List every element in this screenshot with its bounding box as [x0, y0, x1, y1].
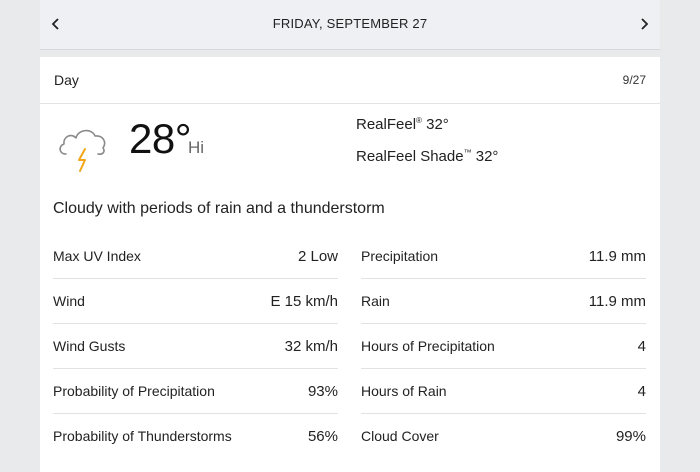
daily-forecast-panel: FRIDAY, SEPTEMBER 27 Day 9/27 28° Hi Rea…	[40, 0, 660, 472]
realfeel-value: 32°	[426, 116, 449, 133]
trademark-mark: ™	[463, 148, 472, 157]
detail-label: Rain	[361, 293, 390, 309]
date-navigation-bar: FRIDAY, SEPTEMBER 27	[40, 0, 660, 50]
day-forecast-card: Day 9/27 28° Hi RealFeel® 32° RealFeel S…	[40, 57, 660, 472]
detail-row: Wind E 15 km/h	[53, 279, 338, 324]
realfeel-shade: RealFeel Shade™ 32°	[356, 148, 498, 165]
detail-label: Cloud Cover	[361, 428, 439, 444]
detail-row: Max UV Index 2 Low	[53, 234, 338, 279]
detail-row: Probability of Thunderstorms 56%	[53, 414, 338, 458]
detail-value: 99%	[615, 427, 646, 445]
detail-label: Wind	[53, 293, 85, 309]
period-title: Day	[54, 72, 79, 88]
realfeel-shade-value: 32°	[475, 148, 499, 165]
realfeel-shade-label: RealFeel Shade	[356, 148, 464, 165]
detail-value: 56%	[307, 427, 338, 445]
registered-mark: ®	[416, 116, 422, 125]
detail-value: E 15 km/h	[270, 292, 338, 310]
detail-row: Hours of Precipitation 4	[361, 324, 646, 369]
detail-value: 32 km/h	[284, 337, 338, 355]
cloud-thunderstorm-icon	[59, 129, 106, 172]
realfeel-label: RealFeel	[356, 116, 417, 133]
chevron-right-icon	[641, 18, 649, 30]
left-margin	[0, 0, 40, 472]
detail-value: 11.9 mm	[588, 247, 646, 265]
detail-row: Wind Gusts 32 km/h	[53, 324, 338, 369]
detail-label: Hours of Precipitation	[361, 338, 495, 354]
detail-value: 2 Low	[297, 247, 338, 265]
details-right-column: Precipitation 11.9 mm Rain 11.9 mm Hours…	[361, 234, 646, 458]
next-day-button[interactable]	[632, 12, 656, 36]
date-title: FRIDAY, SEPTEMBER 27	[272, 16, 428, 31]
detail-value: 4	[637, 337, 646, 355]
detail-value: 4	[637, 382, 646, 400]
detail-row: Precipitation 11.9 mm	[361, 234, 646, 279]
detail-row: Hours of Rain 4	[361, 369, 646, 414]
temperature-suffix: Hi	[188, 138, 205, 157]
detail-value: 93%	[307, 382, 338, 400]
detail-label: Probability of Precipitation	[53, 383, 215, 399]
short-date: 9/27	[622, 73, 646, 87]
detail-label: Probability of Thunderstorms	[53, 428, 232, 444]
detail-label: Precipitation	[361, 248, 439, 264]
detail-label: Wind Gusts	[53, 338, 126, 354]
details-left-column: Max UV Index 2 Low Wind E 15 km/h Wind G…	[53, 234, 338, 458]
detail-value: 11.9 mm	[588, 292, 646, 310]
detail-label: Max UV Index	[53, 248, 141, 264]
detail-label: Hours of Rain	[361, 383, 447, 399]
forecast-phrase: Cloudy with periods of rain and a thunde…	[53, 200, 385, 217]
detail-row: Rain 11.9 mm	[361, 279, 646, 324]
right-margin	[660, 0, 700, 472]
card-header: Day 9/27	[40, 57, 660, 104]
temperature-value: 28°	[129, 115, 192, 162]
realfeel: RealFeel® 32°	[356, 116, 449, 133]
detail-row: Cloud Cover 99%	[361, 414, 646, 458]
detail-row: Probability of Precipitation 93%	[53, 369, 338, 414]
